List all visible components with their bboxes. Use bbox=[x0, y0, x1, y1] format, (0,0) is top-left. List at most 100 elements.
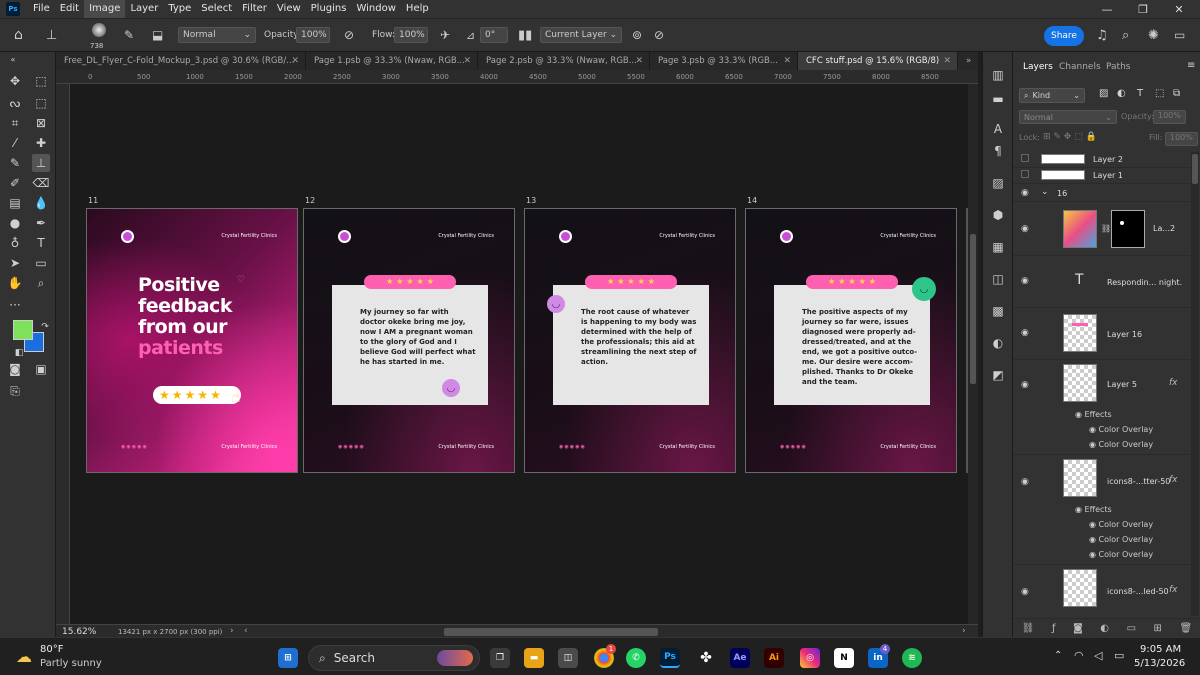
flow-input[interactable]: 100% bbox=[394, 27, 428, 43]
layer-row[interactable]: ◉ icons8-...led-50 fx bbox=[1013, 564, 1191, 614]
pen-curvature-icon[interactable]: ♁ bbox=[6, 234, 24, 252]
stamp-tool-icon[interactable]: ⊥ bbox=[46, 27, 57, 43]
volume-icon[interactable]: ◁ bbox=[1094, 649, 1102, 662]
eye-icon[interactable]: ◉ bbox=[1021, 224, 1029, 234]
chevron-down-icon[interactable]: ⌄ bbox=[1041, 187, 1049, 197]
effect-color-overlay[interactable]: ◉ Color Overlay bbox=[1089, 550, 1153, 559]
marquee-tool-icon[interactable]: ⬚ bbox=[32, 72, 50, 90]
layer-row[interactable]: ◉ icons8-...tter-50 fx bbox=[1013, 454, 1191, 504]
tab-layers[interactable]: Layers bbox=[1023, 62, 1053, 72]
pen-tool-icon[interactable]: ✒ bbox=[32, 214, 50, 232]
scroll-right-icon[interactable]: › bbox=[962, 626, 966, 636]
layer-row[interactable]: ◉ Layer 5 fx bbox=[1013, 360, 1191, 408]
layer-row[interactable]: ◉ Layer 16 bbox=[1013, 308, 1191, 360]
eye-icon[interactable]: ◉ bbox=[1021, 587, 1029, 597]
horizontal-scrollbar[interactable] bbox=[444, 628, 658, 636]
tab-doc-1[interactable]: Free_DL_Flyer_C-Fold_Mockup_3.psd @ 30.6… bbox=[56, 52, 306, 70]
close-tab-icon[interactable]: ✕ bbox=[783, 56, 791, 66]
eye-icon[interactable]: ◉ bbox=[1021, 477, 1029, 487]
libraries-panel-icon[interactable]: ◩ bbox=[989, 366, 1007, 384]
share-button[interactable]: Share bbox=[1044, 26, 1084, 46]
more-tabs-icon[interactable]: » bbox=[958, 52, 978, 70]
blend-mode-select[interactable]: Normal ⌄ bbox=[1019, 110, 1117, 124]
status-menu-icon[interactable]: › bbox=[230, 626, 234, 636]
fx-icon[interactable]: fx bbox=[1169, 585, 1178, 595]
brush-settings-icon[interactable]: ✎ bbox=[124, 27, 134, 43]
stamp-tool-icon[interactable]: ⊥ bbox=[32, 154, 50, 172]
eye-icon[interactable]: ◉ bbox=[1021, 276, 1029, 286]
scroll-left-icon[interactable]: ‹ bbox=[244, 626, 248, 636]
tab-doc-3[interactable]: Page 2.psb @ 33.3% (Nwaw, RGB... ✕ bbox=[478, 52, 650, 70]
vertical-scrollbar[interactable] bbox=[968, 84, 978, 624]
menu-type[interactable]: Type bbox=[163, 0, 196, 18]
history-brush-icon[interactable]: ✐ bbox=[6, 174, 24, 192]
artboard-14[interactable]: Crystal Fertility Clinics The positive a… bbox=[745, 208, 957, 473]
swap-colors-icon[interactable]: ↷ bbox=[36, 318, 54, 336]
eye-icon[interactable]: ◉ bbox=[1089, 535, 1096, 544]
windows-start-icon[interactable]: ⊞ bbox=[278, 648, 298, 668]
eye-icon[interactable]: ◉ bbox=[1089, 520, 1096, 529]
eye-icon[interactable]: ◉ bbox=[1021, 328, 1029, 338]
gradients-panel-icon[interactable]: ◫ bbox=[989, 270, 1007, 288]
layers-scrollbar[interactable] bbox=[1191, 152, 1199, 616]
close-tab-icon[interactable]: ✕ bbox=[635, 56, 643, 66]
menu-window[interactable]: Window bbox=[351, 0, 400, 18]
filter-smart-icon[interactable]: ⧉ bbox=[1173, 88, 1180, 99]
minimize-icon[interactable]: — bbox=[1092, 0, 1122, 18]
menu-select[interactable]: Select bbox=[196, 0, 237, 18]
menu-layer[interactable]: Layer bbox=[125, 0, 163, 18]
opacity-input[interactable]: 100% bbox=[296, 27, 330, 43]
ignore-adjust-icon[interactable]: ⊚ bbox=[632, 27, 642, 43]
tab-paths[interactable]: Paths bbox=[1106, 62, 1130, 72]
layer-row[interactable]: ◉ ⛓ La...2 bbox=[1013, 204, 1191, 256]
effect-color-overlay[interactable]: ◉ Color Overlay bbox=[1089, 520, 1153, 529]
whatsapp-icon[interactable]: ✆ bbox=[626, 648, 646, 668]
visibility-box[interactable] bbox=[1021, 170, 1029, 178]
tab-doc-active[interactable]: CFC stuff.psd @ 15.6% (RGB/8) ✕ bbox=[798, 52, 958, 70]
scroll-thumb[interactable] bbox=[1192, 154, 1198, 184]
menu-file[interactable]: File bbox=[28, 0, 55, 18]
eyedropper-icon[interactable]: ⁄ bbox=[6, 134, 24, 152]
artboard-12[interactable]: Crystal Fertility Clinics My journey so … bbox=[303, 208, 515, 473]
menu-help[interactable]: Help bbox=[401, 0, 434, 18]
dodge-tool-icon[interactable]: ● bbox=[6, 214, 24, 232]
new-layer-icon[interactable]: ⊞ bbox=[1154, 623, 1162, 634]
delete-layer-icon[interactable]: 🗑 bbox=[1179, 623, 1192, 634]
patterns-panel-icon[interactable]: ▩ bbox=[989, 302, 1007, 320]
menu-edit[interactable]: Edit bbox=[55, 0, 84, 18]
task-view-icon[interactable]: ❐ bbox=[490, 648, 510, 668]
close-tab-icon[interactable]: ✕ bbox=[463, 56, 471, 66]
paragraph-panel-icon[interactable]: ¶ bbox=[989, 142, 1007, 160]
eye-icon[interactable]: ◉ bbox=[1089, 440, 1096, 449]
hand-tool-icon[interactable]: ✋ bbox=[6, 274, 24, 292]
tray-chevron-icon[interactable]: ⌃ bbox=[1054, 650, 1062, 661]
comments-panel-icon[interactable]: ▬ bbox=[989, 90, 1007, 108]
type-tool-icon[interactable]: T bbox=[32, 234, 50, 252]
zoom-tool-icon[interactable]: ⌕ bbox=[32, 274, 50, 292]
tab-doc-2[interactable]: Page 1.psb @ 33.3% (Nwaw, RGB... ✕ bbox=[306, 52, 478, 70]
eye-icon[interactable]: ◉ bbox=[1089, 550, 1096, 559]
store-icon[interactable]: ◫ bbox=[558, 648, 578, 668]
image-panel-icon[interactable]: ▨ bbox=[989, 174, 1007, 192]
menu-image[interactable]: Image bbox=[84, 0, 126, 18]
brush-tool-icon[interactable]: ✎ bbox=[6, 154, 24, 172]
more-tools-icon[interactable]: ··· bbox=[6, 296, 24, 314]
lasso-tool-icon[interactable]: ᔓ bbox=[6, 94, 24, 112]
menu-view[interactable]: View bbox=[272, 0, 306, 18]
eye-icon[interactable]: ◉ bbox=[1075, 505, 1082, 514]
add-mask-icon[interactable]: ◙ bbox=[1073, 623, 1083, 634]
instagram-icon[interactable]: ◎ bbox=[800, 648, 820, 668]
object-select-icon[interactable]: ⬚ bbox=[32, 94, 50, 112]
add-style-icon[interactable]: ƒ bbox=[1052, 623, 1056, 634]
lightbulb-icon[interactable]: ✺ bbox=[1148, 27, 1159, 43]
layer-row[interactable]: Layer 2 bbox=[1013, 152, 1191, 168]
quick-mask-icon[interactable]: ◙ bbox=[6, 360, 24, 378]
eye-icon[interactable]: ◉ bbox=[1075, 410, 1082, 419]
canvas[interactable]: 11 12 13 14 Crystal Fertility Clinics Po… bbox=[70, 84, 970, 624]
clone-source-icon[interactable]: ⬓ bbox=[152, 27, 163, 43]
after-effects-icon[interactable]: Ae bbox=[730, 648, 750, 668]
battery-icon[interactable]: ▭ bbox=[1114, 649, 1124, 662]
screen-mode-icon[interactable]: ▣ bbox=[32, 360, 50, 378]
group-row[interactable]: ◉ ⌄ 16 bbox=[1013, 186, 1191, 202]
wifi-icon[interactable]: ◠ bbox=[1074, 649, 1084, 662]
